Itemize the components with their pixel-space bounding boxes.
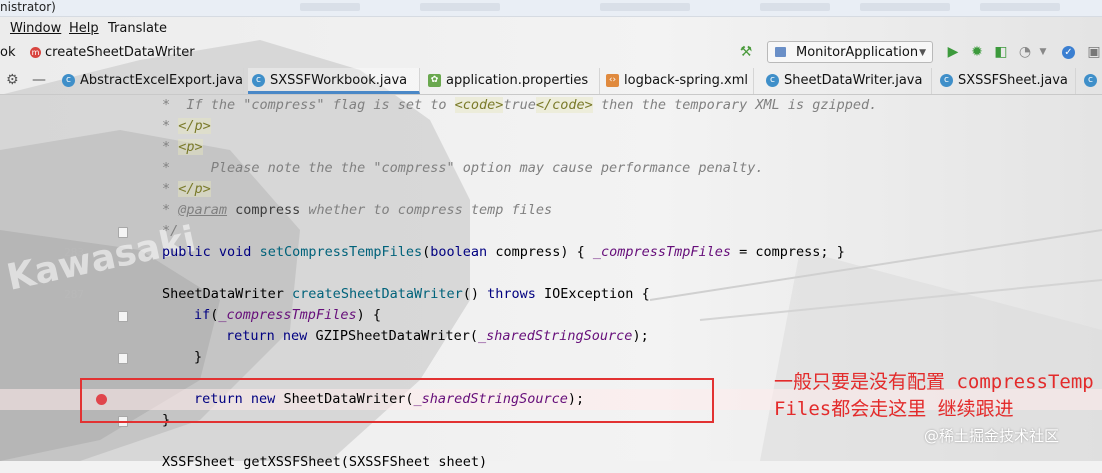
highlight-box: [80, 378, 714, 423]
tab-sxssf-workbook[interactable]: c SXSSFWorkbook.java: [248, 68, 420, 94]
code-line: if(_compressTmpFiles) {: [0, 305, 1102, 326]
c-class-icon: c: [252, 74, 265, 87]
update-icon[interactable]: ✓: [1062, 46, 1075, 59]
breadcrumb-method[interactable]: createSheetDataWriter: [45, 45, 195, 60]
c-class-icon: c: [940, 74, 953, 87]
code-line: }: [0, 347, 1102, 368]
menu-bar: Window Help Translate: [0, 17, 1102, 39]
chevron-down-icon: ▼: [919, 48, 926, 58]
code-line: */: [0, 221, 1102, 242]
menu-window[interactable]: Window: [10, 21, 61, 36]
tab-application-properties[interactable]: ✿ application.properties: [424, 68, 600, 94]
tab-overflow[interactable]: c: [1080, 68, 1102, 94]
c-class-icon: c: [766, 74, 779, 87]
code-line: * If the "compress" flag is set to <code…: [162, 97, 878, 113]
settings-gear-icon[interactable]: ⚙: [6, 72, 19, 88]
run-configuration-label: MonitorApplication: [796, 45, 919, 60]
collapse-minus-icon[interactable]: —: [32, 72, 46, 88]
watermark: @稀土掘金技术社区: [924, 427, 1060, 445]
method-icon: m: [30, 47, 41, 58]
run-icon[interactable]: ▶: [945, 44, 961, 60]
leaf-properties-icon: ✿: [428, 74, 441, 87]
tab-sheet-data-writer[interactable]: c SheetDataWriter.java: [762, 68, 932, 94]
menu-translate[interactable]: Translate: [108, 21, 167, 36]
tab-logback-spring[interactable]: ‹› logback-spring.xml: [602, 68, 754, 94]
navigation-toolbar: ok m createSheetDataWriter ⚒ MonitorAppl…: [0, 39, 1102, 67]
fold-marker-icon[interactable]: [118, 227, 128, 238]
annotation-text: 一般只要是没有配置 compressTempFiles都会走这里 继续跟进: [774, 371, 1094, 420]
code-line: return new GZIPSheetDataWriter(_sharedSt…: [226, 328, 649, 344]
c-class-icon: c: [1084, 74, 1097, 87]
code-line: 283 public void setCompressTempFiles(boo…: [64, 244, 845, 260]
code-line: 287 SheetDataWriter createSheetDataWrite…: [64, 286, 650, 302]
editor-tabs: ⚙ — c AbstractExcelExport.java c SXSSFWo…: [0, 68, 1102, 95]
xml-file-icon: ‹›: [606, 74, 619, 87]
run-configuration-select[interactable]: MonitorApplication ▼: [767, 41, 933, 63]
debug-icon[interactable]: ✹: [969, 44, 985, 60]
code-line: * @param compress whether to compress te…: [162, 202, 553, 218]
profile-icon[interactable]: ◔: [1017, 44, 1033, 60]
coverage-icon[interactable]: ◧: [993, 44, 1009, 60]
fold-marker-icon[interactable]: [118, 353, 128, 364]
code-line: XSSFSheet getXSSFSheet(SXSSFSheet sheet): [162, 454, 488, 470]
window-title: nistrator): [0, 0, 56, 14]
tab-abstract-excel-export[interactable]: c AbstractExcelExport.java: [58, 68, 244, 94]
c-class-icon: c: [62, 74, 75, 87]
tab-sxssf-sheet[interactable]: c SXSSFSheet.java: [936, 68, 1076, 94]
window-title-bar: nistrator): [0, 0, 1102, 17]
spring-app-icon: [775, 47, 786, 57]
breadcrumb-class[interactable]: ok: [0, 45, 15, 60]
build-hammer-icon[interactable]: ⚒: [738, 44, 754, 60]
window-icon[interactable]: ▣: [1086, 44, 1102, 60]
profile-dropdown-icon[interactable]: ▼: [1035, 44, 1051, 60]
fold-marker-icon[interactable]: [118, 311, 128, 322]
menu-help[interactable]: Help: [69, 21, 99, 36]
code-line: * <p>: [162, 139, 203, 155]
code-line: * </p>: [162, 118, 211, 134]
code-line: * </p>: [162, 181, 211, 197]
code-line: * Please note the the "compress" option …: [162, 160, 764, 176]
